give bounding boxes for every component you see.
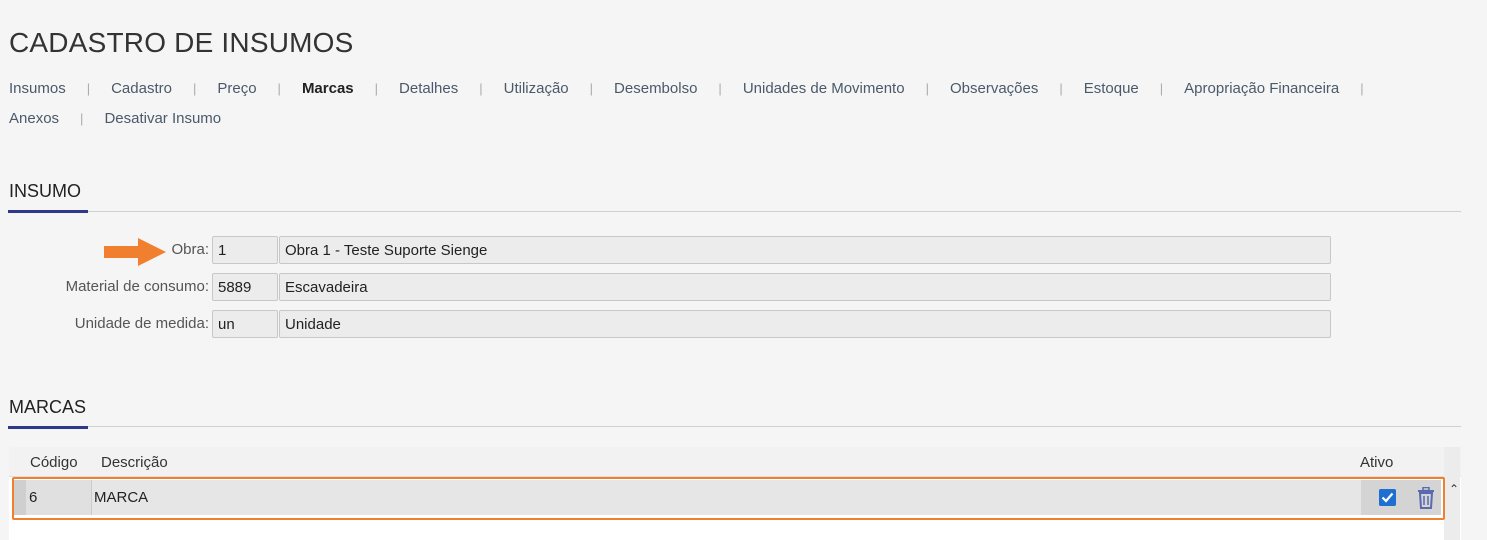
tab-detalhes[interactable]: Detalhes [399, 80, 458, 97]
grid-header: Código Descrição Ativo [9, 447, 1461, 477]
tab-separator: | [1360, 80, 1364, 96]
tab-observacoes[interactable]: Observações [950, 80, 1038, 97]
tab-separator: | [718, 80, 722, 96]
tab-utilizacao[interactable]: Utilização [504, 80, 569, 97]
obra-description-field[interactable]: Obra 1 - Teste Suporte Sienge [279, 236, 1331, 264]
tab-bar: Insumos | Cadastro | Preço | Marcas | Detalh… [9, 78, 1479, 138]
tab-anexos[interactable]: Anexos [9, 110, 59, 127]
tab-separator: | [589, 80, 594, 96]
obra-label: Obra: [171, 241, 209, 258]
obra-row: Obra: 1 Obra 1 - Teste Suporte Sienge [0, 236, 1340, 264]
tab-separator: | [374, 80, 379, 96]
tab-row-1: Insumos | Cadastro | Preço | Marcas | Detalh… [9, 78, 1479, 98]
tab-separator: | [192, 80, 197, 96]
tab-separator: | [925, 80, 929, 96]
column-header-codigo[interactable]: Código [30, 454, 78, 471]
tab-insumos[interactable]: Insumos [9, 80, 66, 97]
tab-desativar-insumo[interactable]: Desativar Insumo [104, 110, 221, 127]
section-accent [8, 210, 88, 213]
unidade-code-field[interactable]: un [212, 310, 278, 338]
section-divider [8, 426, 1461, 427]
material-label: Material de consumo: [65, 278, 209, 295]
column-header-descricao[interactable]: Descrição [101, 454, 168, 471]
tab-marcas[interactable]: Marcas [302, 80, 354, 97]
page-title: CADASTRO DE INSUMOS [9, 27, 354, 58]
tab-row-2: Anexos | Desativar Insumo [9, 108, 1479, 128]
tab-separator: | [80, 110, 84, 126]
tab-separator: | [86, 80, 91, 96]
tab-separator: | [1059, 80, 1063, 96]
tab-separator: | [277, 80, 281, 96]
material-description-field[interactable]: Escavadeira [279, 273, 1331, 301]
section-title-marcas: MARCAS [9, 397, 87, 417]
section-divider [8, 211, 1461, 212]
section-title-insumo: INSUMO [9, 181, 81, 201]
unidade-row: Unidade de medida: un Unidade [0, 310, 1340, 338]
unidade-label: Unidade de medida: [74, 315, 209, 332]
tab-separator: | [1159, 80, 1164, 96]
tab-unidades-de-movimento[interactable]: Unidades de Movimento [743, 80, 905, 97]
unidade-description-field[interactable]: Unidade [279, 310, 1331, 338]
section-accent [8, 426, 88, 429]
obra-code-field[interactable]: 1 [212, 236, 278, 264]
column-header-ativo[interactable]: Ativo [1360, 454, 1393, 471]
tab-estoque[interactable]: Estoque [1084, 80, 1139, 97]
tab-separator: | [479, 80, 483, 96]
tab-preco[interactable]: Preço [217, 80, 256, 97]
material-code-field[interactable]: 5889 [212, 273, 278, 301]
tab-cadastro[interactable]: Cadastro [111, 80, 172, 97]
tab-apropriacao-financeira[interactable]: Apropriação Financeira [1184, 80, 1339, 97]
caret-up-icon[interactable]: ⌃ [1449, 482, 1459, 496]
row-highlight-annotation [12, 477, 1445, 520]
material-row: Material de consumo: 5889 Escavadeira [0, 273, 1340, 301]
tab-desembolso[interactable]: Desembolso [614, 80, 697, 97]
